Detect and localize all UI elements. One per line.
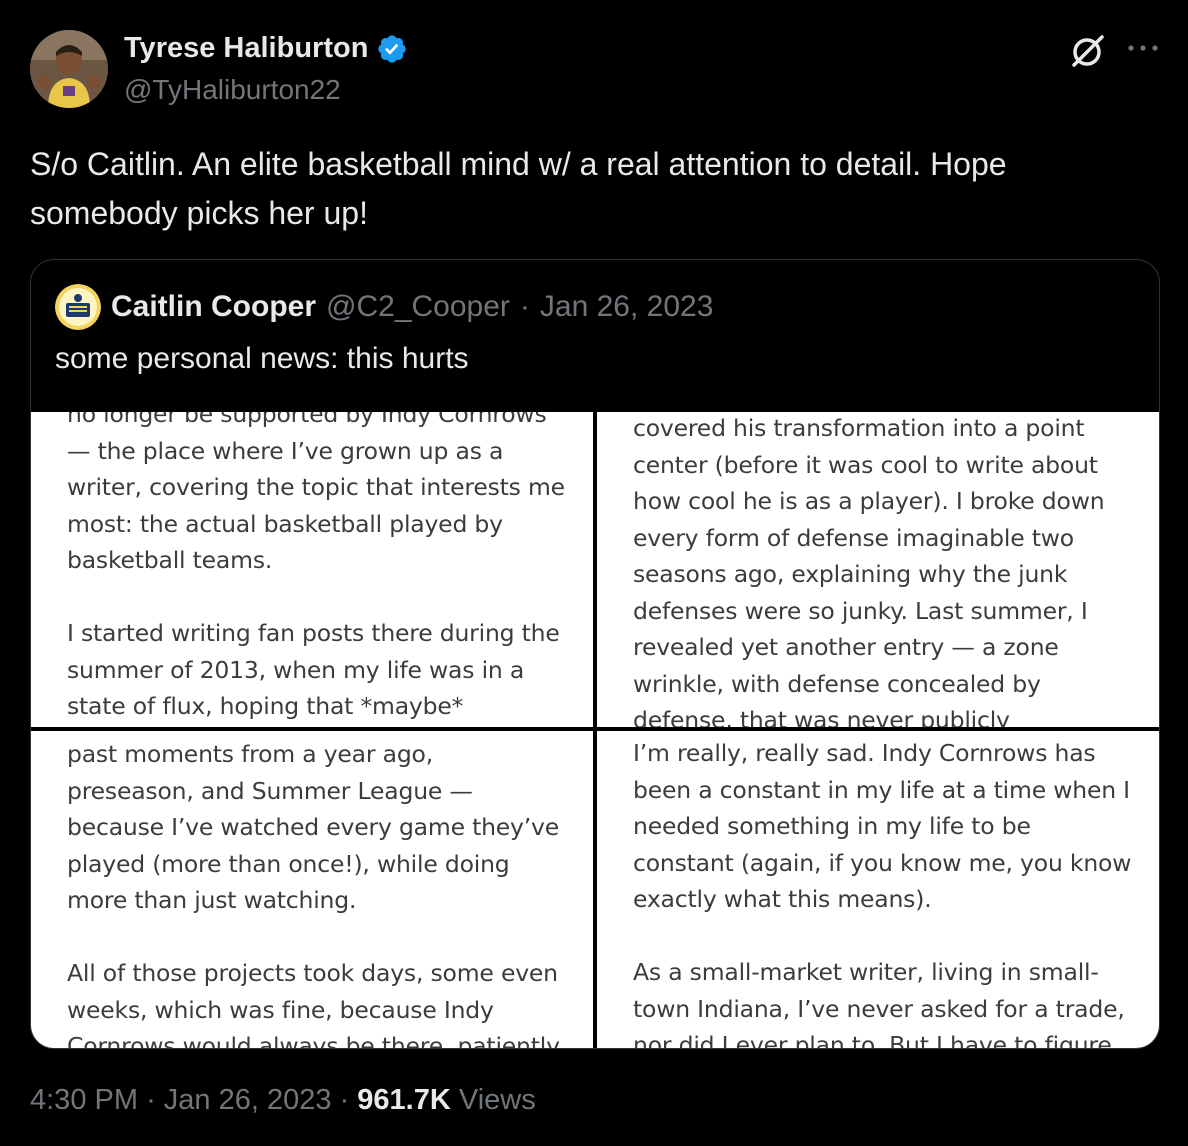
more-options-icon[interactable] (1126, 36, 1160, 60)
footer-separator-2: · (339, 1084, 350, 1116)
tweet-text: S/o Caitlin. An elite basketball mind w/… (30, 146, 1007, 231)
quoted-tweet-text: some personal news: this hurts (55, 342, 469, 375)
quoted-author-name[interactable]: Caitlin Cooper (111, 290, 316, 324)
author-handle[interactable]: @TyHaliburton22 (124, 74, 341, 106)
quoted-tweet-card[interactable]: Caitlin Cooper @C2_Cooper · Jan 26, 2023… (30, 259, 1160, 1049)
quoted-separator: · (519, 290, 530, 323)
image-4-text: I’m really, really sad. Indy Cornrows ha… (633, 739, 1132, 1048)
author-avatar[interactable] (30, 30, 108, 108)
tweet-footer: 4:30 PM · Jan 26, 2023 · 961.7K Views (30, 1084, 536, 1117)
tweet-date[interactable]: Jan 26, 2023 (164, 1084, 332, 1116)
views-count: 961.7K (357, 1084, 451, 1116)
image-2-text: covered his transformation into a point … (633, 414, 1105, 727)
quoted-author-avatar (55, 284, 101, 330)
author-display-name[interactable]: Tyrese Haliburton (124, 32, 368, 65)
views-label: Views (458, 1084, 536, 1116)
verified-badge-icon (378, 34, 407, 63)
quoted-image-4[interactable]: I’m really, really sad. Indy Cornrows ha… (597, 731, 1159, 1048)
quoted-tweet-header: Caitlin Cooper @C2_Cooper · Jan 26, 2023 (55, 284, 713, 330)
quoted-image-2[interactable]: covered his transformation into a point … (597, 412, 1159, 727)
image-1-text: no longer be supported by Indy Cornrows … (67, 412, 565, 720)
quoted-author-handle[interactable]: @C2_Cooper (326, 290, 510, 324)
footer-separator: · (146, 1084, 156, 1116)
quoted-media-grid: no longer be supported by Indy Cornrows … (31, 412, 1159, 1048)
quoted-image-3[interactable]: past moments from a year ago, preseason,… (31, 731, 593, 1048)
quoted-image-1[interactable]: no longer be supported by Indy Cornrows … (31, 412, 593, 727)
tweet-time[interactable]: 4:30 PM (30, 1084, 138, 1116)
grok-icon[interactable] (1068, 32, 1106, 70)
quoted-date[interactable]: Jan 26, 2023 (540, 290, 713, 324)
author-name-row: Tyrese Haliburton (124, 32, 408, 65)
image-3-text: past moments from a year ago, preseason,… (67, 740, 560, 1048)
